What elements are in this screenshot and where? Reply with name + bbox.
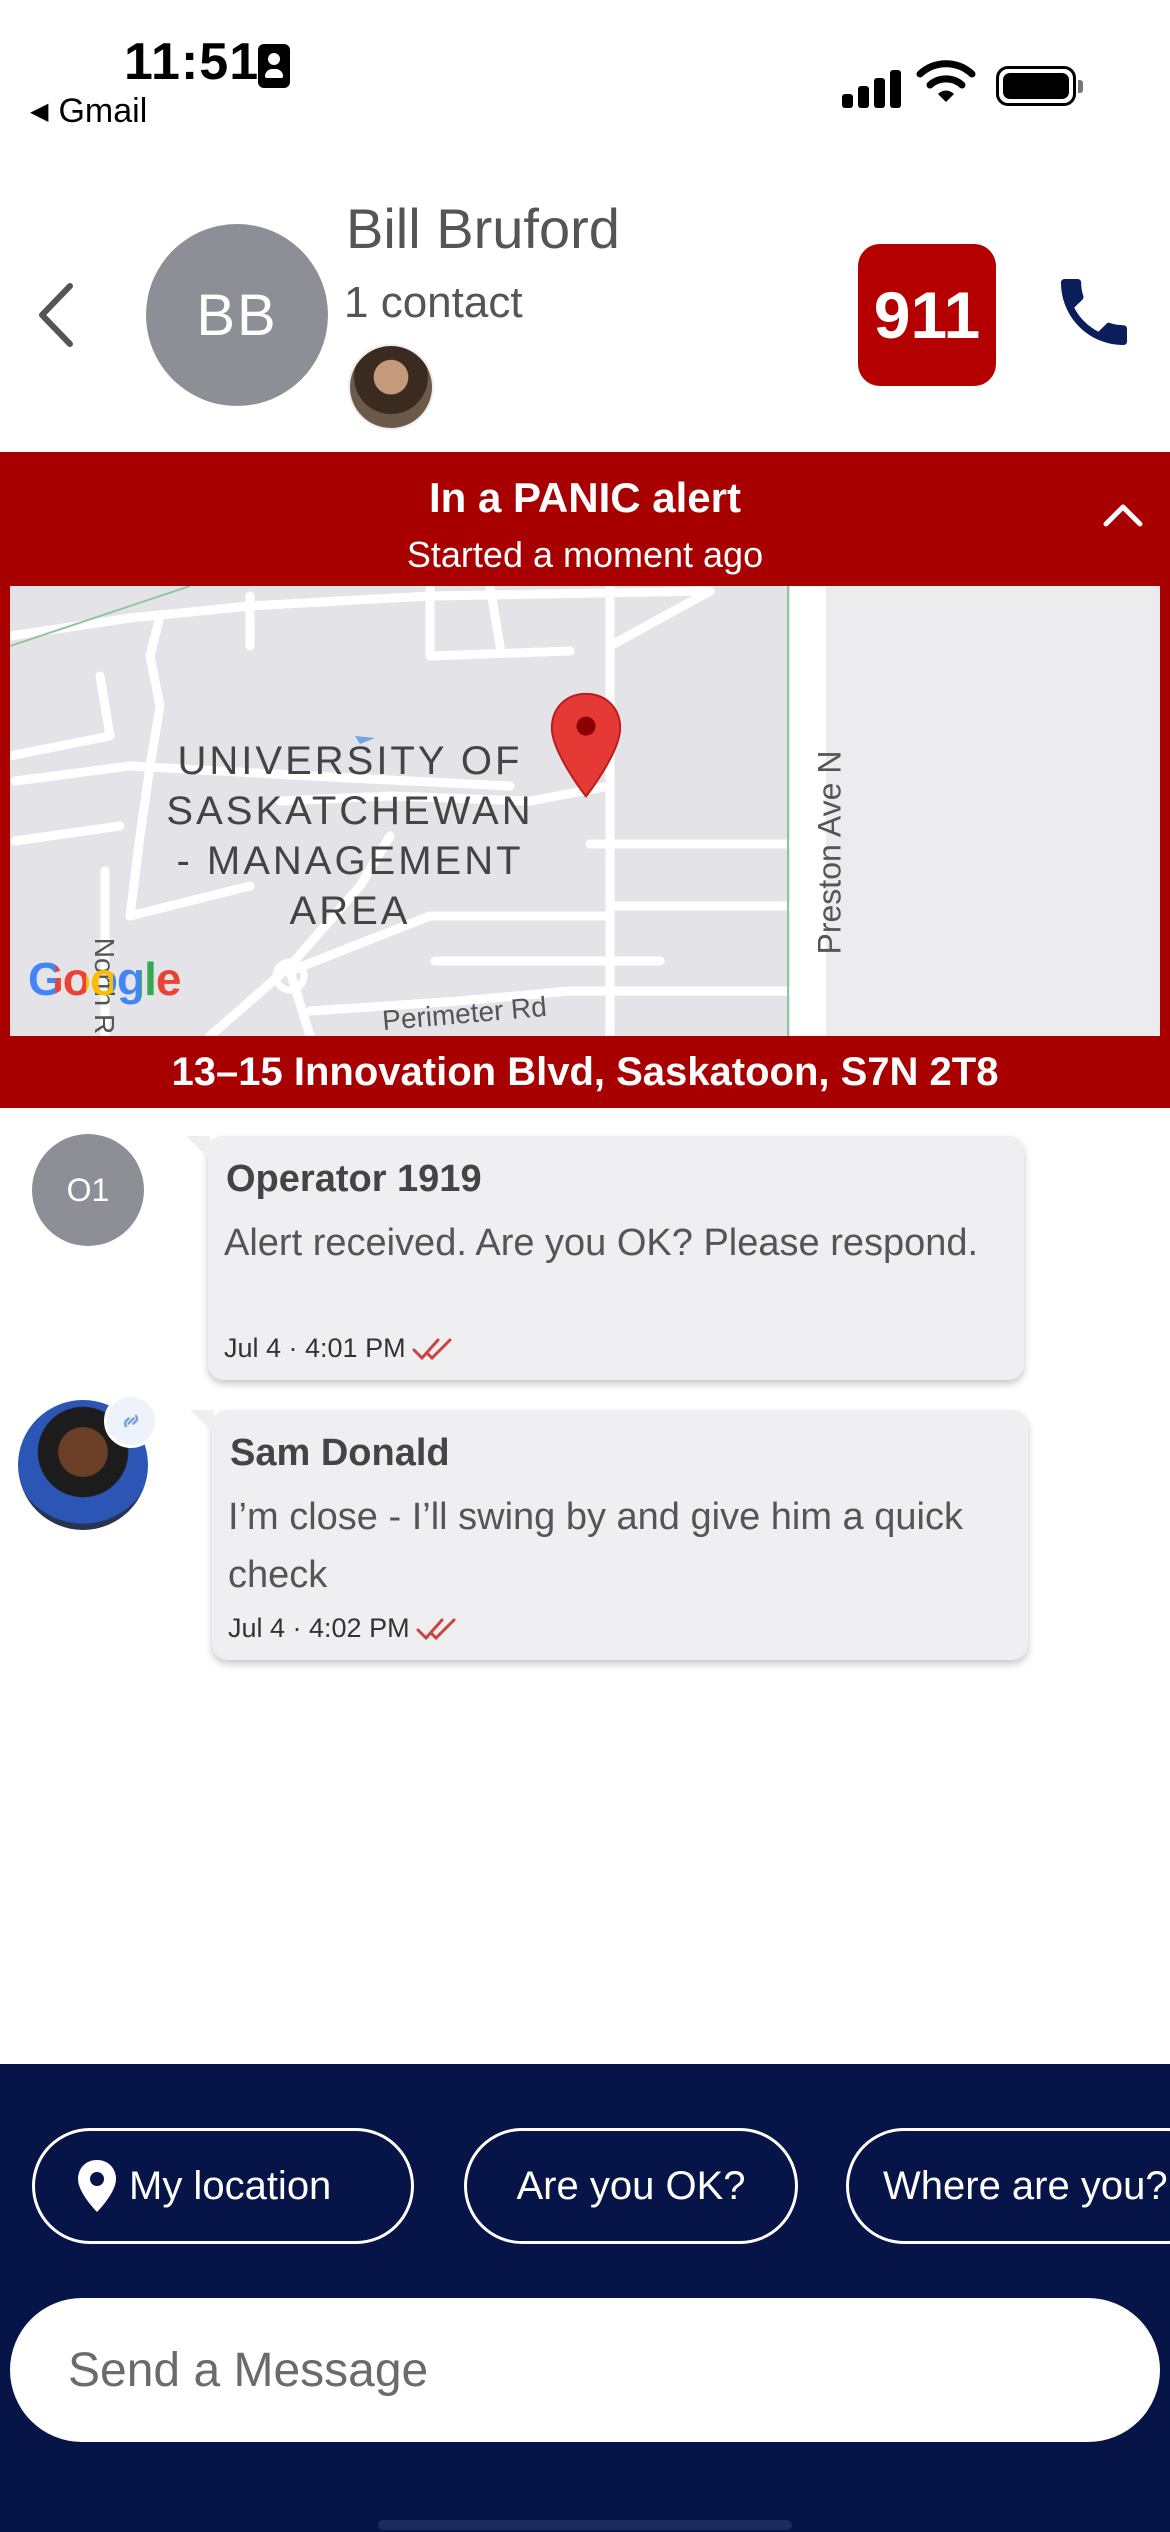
location-map[interactable]: UNIVERSITY OF SASKATCHEWAN - MANAGEMENT … xyxy=(10,586,1160,1036)
panic-alert-banner[interactable]: In a PANIC alert Started a moment ago xyxy=(0,452,1170,586)
map-pin-icon xyxy=(550,692,622,798)
chevron-up-icon[interactable] xyxy=(1098,496,1148,532)
message-timestamp: Jul 4 · 4:01 PM xyxy=(224,1333,406,1363)
chevron-left-icon[interactable] xyxy=(30,280,80,350)
quick-reply-my-location[interactable]: My location xyxy=(32,2128,414,2244)
home-indicator xyxy=(378,2520,792,2530)
cellular-signal-icon xyxy=(842,64,902,108)
back-triangle-icon: ◀ xyxy=(30,98,49,125)
message-text: I’m close - I’ll swing by and give him a… xyxy=(228,1496,963,1596)
street-label-preston: Preston Ave N xyxy=(811,750,848,955)
contact-photo-avatar[interactable] xyxy=(348,344,434,430)
alert-address: 13–15 Innovation Blvd, Saskatoon, S7N 2T… xyxy=(0,1036,1170,1108)
call-911-button[interactable]: 911 xyxy=(858,244,996,386)
phone-icon[interactable] xyxy=(1050,268,1138,356)
id-badge-icon xyxy=(258,44,290,88)
operator-avatar: O1 xyxy=(32,1134,144,1246)
contact-name: Bill Bruford xyxy=(346,197,620,260)
message-meta: Jul 4 · 4:02 PM xyxy=(228,1613,462,1644)
contact-avatar: BB xyxy=(146,224,328,406)
quick-reply-are-you-ok[interactable]: Are you OK? xyxy=(464,2128,798,2244)
chip-label: Are you OK? xyxy=(516,2163,746,2208)
read-receipt-icon xyxy=(412,1338,452,1360)
quick-reply-where-are-you[interactable]: Where are you? xyxy=(846,2128,1170,2244)
chip-label: Where are you? xyxy=(883,2163,1168,2208)
message-sender: Operator 1919 xyxy=(226,1158,482,1200)
link-badge-icon xyxy=(104,1394,158,1448)
message-input[interactable] xyxy=(10,2298,1160,2442)
battery-icon xyxy=(996,66,1083,106)
message-text: Alert received. Are you OK? Please respo… xyxy=(224,1222,979,1264)
status-time: 11:51 xyxy=(124,33,260,91)
alert-started-time: Started a moment ago xyxy=(406,534,764,575)
wifi-icon xyxy=(916,60,976,102)
message-bubble: Operator 1919 Alert received. Are you OK… xyxy=(186,1136,1024,1380)
contacts-count[interactable]: 1 contact xyxy=(344,278,523,328)
message-composer: My location Are you OK? Where are you? xyxy=(0,2064,1170,2532)
location-pin-icon xyxy=(78,2160,116,2212)
back-to-app-link[interactable]: ◀ Gmail xyxy=(30,92,147,131)
message-timestamp: Jul 4 · 4:02 PM xyxy=(228,1613,410,1643)
message-bubble: Sam Donald I’m close - I’ll swing by and… xyxy=(190,1410,1028,1660)
chip-label: My location xyxy=(129,2163,332,2208)
message-meta: Jul 4 · 4:01 PM xyxy=(224,1333,458,1364)
map-area-label: UNIVERSITY OF SASKATCHEWAN - MANAGEMENT … xyxy=(166,739,534,933)
map-container: UNIVERSITY OF SASKATCHEWAN - MANAGEMENT … xyxy=(0,586,1170,1036)
google-logo: Google xyxy=(28,953,181,1005)
message-list[interactable]: O1 Operator 1919 Alert received. Are you… xyxy=(0,1108,1170,1688)
read-receipt-icon xyxy=(416,1618,456,1640)
back-app-label: Gmail xyxy=(58,92,148,130)
message-sender: Sam Donald xyxy=(230,1432,450,1474)
alert-title: In a PANIC alert xyxy=(429,474,741,521)
